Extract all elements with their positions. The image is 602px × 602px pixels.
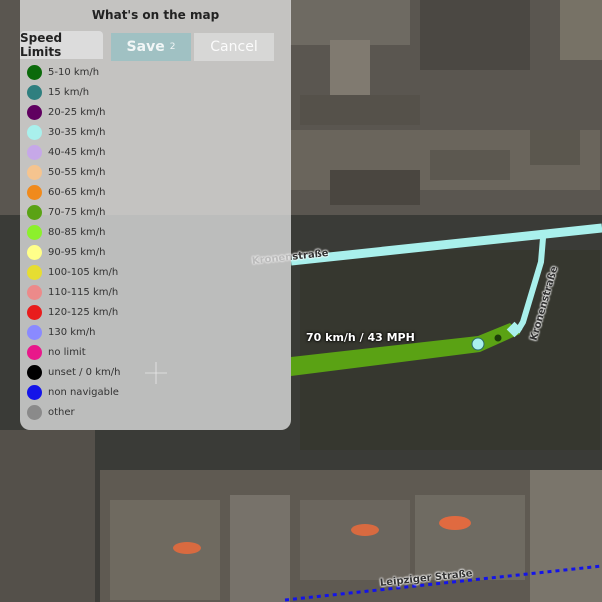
legend-item: 70-75 km/h (27, 202, 120, 222)
legend-item: no limit (27, 342, 120, 362)
building (110, 500, 220, 600)
cancel-button-label: Cancel (210, 39, 258, 55)
legend-label: no limit (48, 346, 86, 358)
legend-label: 130 km/h (48, 326, 96, 338)
legend-swatch (27, 184, 42, 200)
legend-swatch (27, 64, 42, 80)
building (560, 0, 602, 60)
cancel-button[interactable]: Cancel (194, 33, 274, 61)
legend-swatch (27, 144, 42, 160)
legend-label: 50-55 km/h (48, 166, 106, 178)
panel-title: What's on the map (91, 8, 220, 22)
legend-item: 130 km/h (27, 322, 120, 342)
speed-limit-label: 70 km/h / 43 MPH (306, 331, 415, 344)
building-roof (430, 150, 510, 180)
rooftop-light (439, 516, 471, 530)
building (0, 430, 95, 602)
legend-label: 70-75 km/h (48, 206, 106, 218)
legend-swatch (27, 324, 42, 340)
rooftop-light (173, 542, 201, 554)
building-roof (330, 170, 420, 205)
legend-label: 20-25 km/h (48, 106, 106, 118)
legend-label: 120-125 km/h (48, 306, 119, 318)
building-roof (300, 95, 420, 125)
legend-swatch (27, 164, 42, 180)
legend-item: 15 km/h (27, 82, 120, 102)
legend-swatch (27, 304, 42, 320)
legend-item: 50-55 km/h (27, 162, 120, 182)
legend-swatch (27, 224, 42, 240)
rooftop-light (351, 524, 379, 536)
save-button[interactable]: Save 2 (111, 33, 191, 61)
save-count-badge: 2 (169, 42, 176, 52)
legend-label: unset / 0 km/h (48, 366, 121, 378)
building-roof (530, 130, 580, 165)
legend-item: 80-85 km/h (27, 222, 120, 242)
tab-speed-limits[interactable]: Speed Limits (20, 31, 103, 59)
legend-item: 120-125 km/h (27, 302, 120, 322)
legend-swatch (27, 204, 42, 220)
legend-item: 90-95 km/h (27, 242, 120, 262)
legend-item: 30-35 km/h (27, 122, 120, 142)
legend-item: 40-45 km/h (27, 142, 120, 162)
legend-label: 60-65 km/h (48, 186, 106, 198)
legend-item: 5-10 km/h (27, 62, 120, 82)
building (420, 0, 530, 70)
segment-midpoint[interactable] (494, 334, 502, 342)
legend-label: 30-35 km/h (48, 126, 106, 138)
legend-swatch (27, 124, 42, 140)
building (300, 500, 410, 580)
legend-label: 40-45 km/h (48, 146, 106, 158)
legend-swatch (27, 364, 42, 380)
building (230, 495, 290, 602)
legend-item: 20-25 km/h (27, 102, 120, 122)
legend-swatch (27, 344, 42, 360)
legend-label: non navigable (48, 386, 119, 398)
legend-swatch (27, 284, 42, 300)
legend-item: unset / 0 km/h (27, 362, 120, 382)
legend-label: 100-105 km/h (48, 266, 119, 278)
legend-swatch (27, 244, 42, 260)
legend-swatch (27, 264, 42, 280)
building (290, 0, 410, 45)
legend-label: 15 km/h (48, 86, 90, 98)
save-button-label: Save (126, 39, 165, 55)
legend-label: 80-85 km/h (48, 226, 106, 238)
building (415, 495, 525, 580)
legend-item: 60-65 km/h (27, 182, 120, 202)
legend-label: 110-115 km/h (48, 286, 119, 298)
building (530, 470, 602, 602)
legend-label: other (48, 406, 75, 418)
legend-swatch (27, 404, 42, 420)
segment-vertex[interactable] (471, 337, 485, 351)
legend-swatch (27, 384, 42, 400)
legend-item: 100-105 km/h (27, 262, 120, 282)
legend-item: non navigable (27, 382, 120, 402)
building (330, 40, 370, 95)
legend-swatch (27, 104, 42, 120)
legend-swatch (27, 84, 42, 100)
legend-list: 5-10 km/h 15 km/h 20-25 km/h 30-35 km/h … (27, 62, 120, 422)
legend-label: 90-95 km/h (48, 246, 106, 258)
legend-item: 110-115 km/h (27, 282, 120, 302)
legend-label: 5-10 km/h (48, 66, 100, 78)
map-legend-panel: What's on the map Speed Limits 5-10 km/h… (20, 0, 291, 430)
legend-item: other (27, 402, 120, 422)
